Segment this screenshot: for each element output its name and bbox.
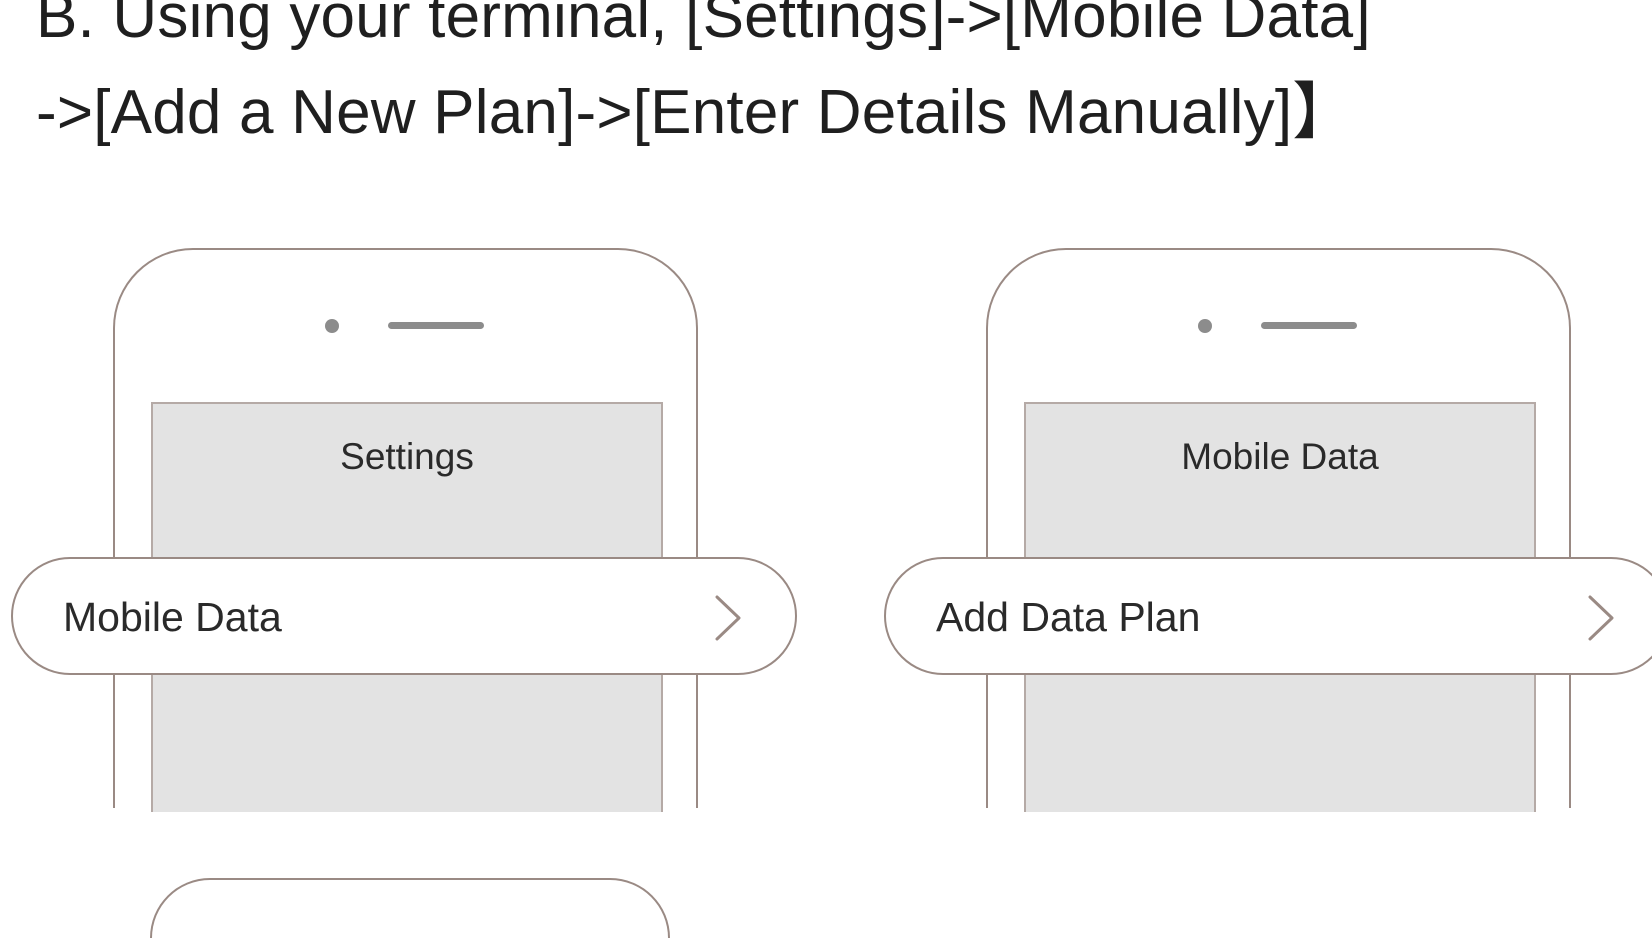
instruction-line-2: ->[Add a New Plan]->[Enter Details Manua… xyxy=(36,78,1355,147)
phone-illustration-partial xyxy=(150,878,670,938)
settings-row-mobile-data[interactable]: Mobile Data xyxy=(11,557,797,675)
speaker-icon xyxy=(388,322,484,329)
speaker-icon xyxy=(1261,322,1357,329)
row-label: Mobile Data xyxy=(63,594,282,640)
chevron-right-icon xyxy=(1588,595,1614,641)
camera-dot-icon xyxy=(1198,319,1212,333)
mobile-data-row-add-data-plan[interactable]: Add Data Plan xyxy=(884,557,1652,675)
row-label: Add Data Plan xyxy=(936,594,1201,640)
chevron-right-icon xyxy=(715,595,741,641)
screen-title: Settings xyxy=(340,436,474,477)
screen-title: Mobile Data xyxy=(1181,436,1379,477)
instruction-line-1: B. Using your terminal, [Settings]->[Mob… xyxy=(36,0,1371,51)
phone-illustration-settings: Settings xyxy=(113,248,698,812)
camera-dot-icon xyxy=(325,319,339,333)
phone-illustration-mobile-data: Mobile Data xyxy=(986,248,1571,812)
